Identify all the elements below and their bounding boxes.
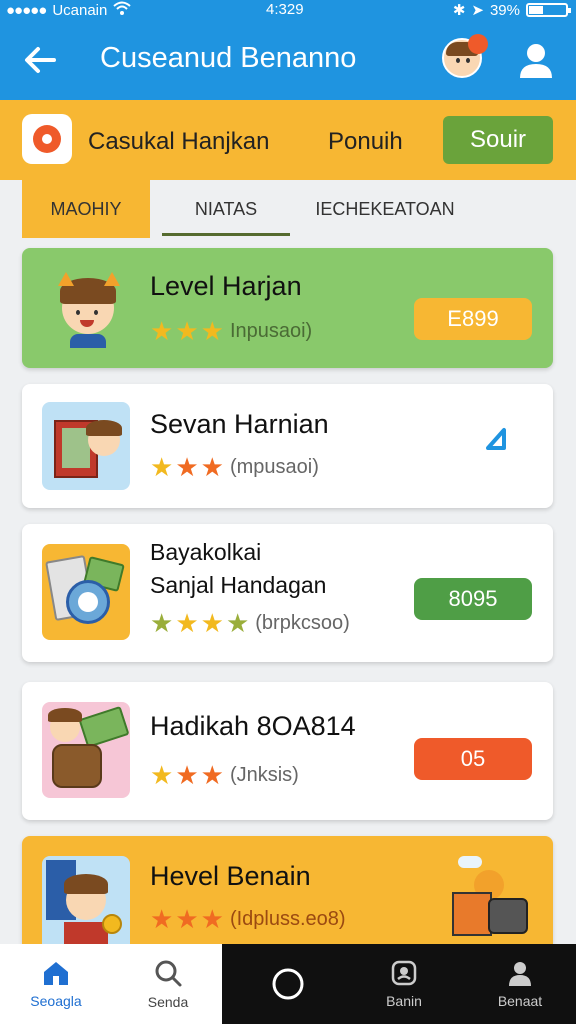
- price-badge[interactable]: 8095: [414, 578, 532, 620]
- item-thumbnail: [42, 402, 130, 490]
- item-title-line2: Sanjal Handagan: [150, 572, 327, 598]
- nav-item-home[interactable]: Seoagla: [10, 944, 102, 1024]
- rating-text: (Idpluss.eo8): [229, 907, 346, 930]
- item-title: Level Harjan: [150, 271, 302, 301]
- app-icon[interactable]: [22, 114, 72, 164]
- location-arrow-icon: ➤: [471, 2, 484, 19]
- status-time: 4:329: [266, 1, 304, 18]
- item-title: Hevel Benain: [150, 861, 311, 891]
- item-thumbnail: [42, 856, 130, 944]
- item-rating: ★ ★ ★ (Jnksis): [150, 762, 299, 788]
- follow-button[interactable]: Souir: [443, 116, 553, 164]
- star-icon: ★: [150, 904, 174, 934]
- item-thumbnail: [42, 264, 130, 352]
- star-icon: ★: [175, 452, 199, 482]
- star-icon: ★: [150, 760, 174, 790]
- nav-label: Benaat: [497, 993, 543, 1009]
- list-item[interactable]: Hadikah 8OA814 ★ ★ ★ (Jnksis) 05: [22, 682, 553, 820]
- battery-percent: 39%: [489, 1, 520, 19]
- item-rating: ★ ★ ★ ★ (brpkcsoo): [150, 610, 350, 636]
- list-item[interactable]: Level Harjan ★ ★ ★ Inpusaoi) E899: [22, 248, 553, 368]
- tab-maohiy[interactable]: MAOHIY: [22, 180, 150, 238]
- channel-header: Casukal Hanjkan Ponuih Souir: [0, 100, 576, 180]
- nav-label: Banin: [386, 993, 422, 1009]
- tab-iechekeatoan[interactable]: IECHEKEATOAN: [300, 180, 470, 238]
- person-icon: [509, 962, 531, 986]
- app-bar: Cuseanud Benanno: [0, 20, 576, 100]
- item-title: Bayakolkai Sanjal Handagan: [150, 536, 326, 602]
- tab-bar: MAOHIY NIATAS IECHEKEATOAN: [0, 180, 576, 238]
- channel-title: Casukal Hanjkan: [88, 128, 270, 155]
- wifi-icon: [113, 1, 132, 19]
- item-rating: ★ ★ ★ (Idpluss.eo8): [150, 906, 346, 932]
- price-badge[interactable]: 05: [414, 738, 532, 780]
- battery-icon: [526, 3, 571, 17]
- nav-item-location[interactable]: Banin: [358, 944, 450, 1024]
- star-icon: ★: [225, 608, 250, 638]
- star-icon: ★: [175, 316, 199, 346]
- list-item[interactable]: Sevan Harnian ★ ★ ★ (mpusaoi): [22, 384, 553, 508]
- star-icon: ★: [200, 608, 224, 638]
- list-item[interactable]: Hevel Benain ★ ★ ★ (Idpluss.eo8): [22, 836, 553, 944]
- bluetooth-icon: ✱: [452, 2, 466, 19]
- status-right: ✱ ➤ 39%: [452, 1, 571, 19]
- star-icon: ★: [150, 608, 174, 638]
- nav-label: Seoagla: [30, 993, 82, 1009]
- home-icon: [44, 962, 68, 985]
- trend-icon[interactable]: [484, 426, 510, 460]
- location-icon: [391, 960, 417, 986]
- notification-badge: [468, 34, 488, 54]
- search-icon: [155, 960, 182, 987]
- tab-niatas[interactable]: NIATAS: [162, 180, 290, 238]
- item-title: Sevan Harnian: [150, 409, 329, 439]
- item-title: Hadikah 8OA814: [150, 711, 356, 741]
- star-icon: ★: [175, 608, 199, 638]
- bottom-nav: Seoagla Senda Banin Benaat: [0, 944, 576, 1024]
- item-thumbnail: [42, 544, 130, 640]
- avatar[interactable]: [442, 34, 488, 78]
- rating-text: (Jnksis): [229, 763, 299, 786]
- rating-text: (mpusaoi): [229, 455, 319, 478]
- chat-icon: [33, 125, 61, 153]
- page-title: Cuseanud Benanno: [100, 42, 357, 74]
- star-icon: ★: [150, 316, 174, 346]
- tab-indicator: [162, 233, 290, 236]
- circle-icon: [272, 968, 304, 1000]
- star-icon: ★: [175, 760, 199, 790]
- gift-illustration: [442, 850, 532, 940]
- star-icon: ★: [200, 760, 224, 790]
- person-icon: [520, 44, 552, 78]
- item-rating: ★ ★ ★ (mpusaoi): [150, 454, 319, 480]
- carrier-label: Ucanain: [52, 1, 108, 19]
- item-title-line1: Bayakolkai: [150, 539, 262, 565]
- channel-meta: Ponuih: [328, 128, 403, 155]
- rating-text: (brpkcsoo): [255, 611, 350, 634]
- nav-item-profile[interactable]: Benaat: [474, 944, 566, 1024]
- back-arrow-icon: [25, 47, 56, 73]
- status-bar: ●●●●● Ucanain 4:329 ✱ ➤ 39%: [0, 0, 576, 20]
- star-icon: ★: [200, 452, 224, 482]
- star-icon: ★: [200, 316, 224, 346]
- star-icon: ★: [175, 904, 199, 934]
- star-icon: ★: [200, 904, 224, 934]
- list-item[interactable]: Bayakolkai Sanjal Handagan ★ ★ ★ ★ (brpk…: [22, 524, 553, 662]
- nav-label: Senda: [147, 994, 189, 1010]
- price-badge[interactable]: E899: [414, 298, 532, 340]
- nav-item-search[interactable]: Senda: [122, 944, 214, 1024]
- nav-item-center[interactable]: [242, 944, 334, 1024]
- item-thumbnail: [42, 702, 130, 798]
- star-icon: ★: [150, 452, 174, 482]
- rating-text: Inpusaoi): [229, 319, 313, 342]
- back-button[interactable]: [18, 38, 62, 82]
- profile-button[interactable]: [514, 38, 558, 82]
- signal-icon: ●●●●●: [6, 1, 47, 19]
- status-left: ●●●●● Ucanain: [6, 1, 132, 19]
- item-rating: ★ ★ ★ Inpusaoi): [150, 318, 312, 344]
